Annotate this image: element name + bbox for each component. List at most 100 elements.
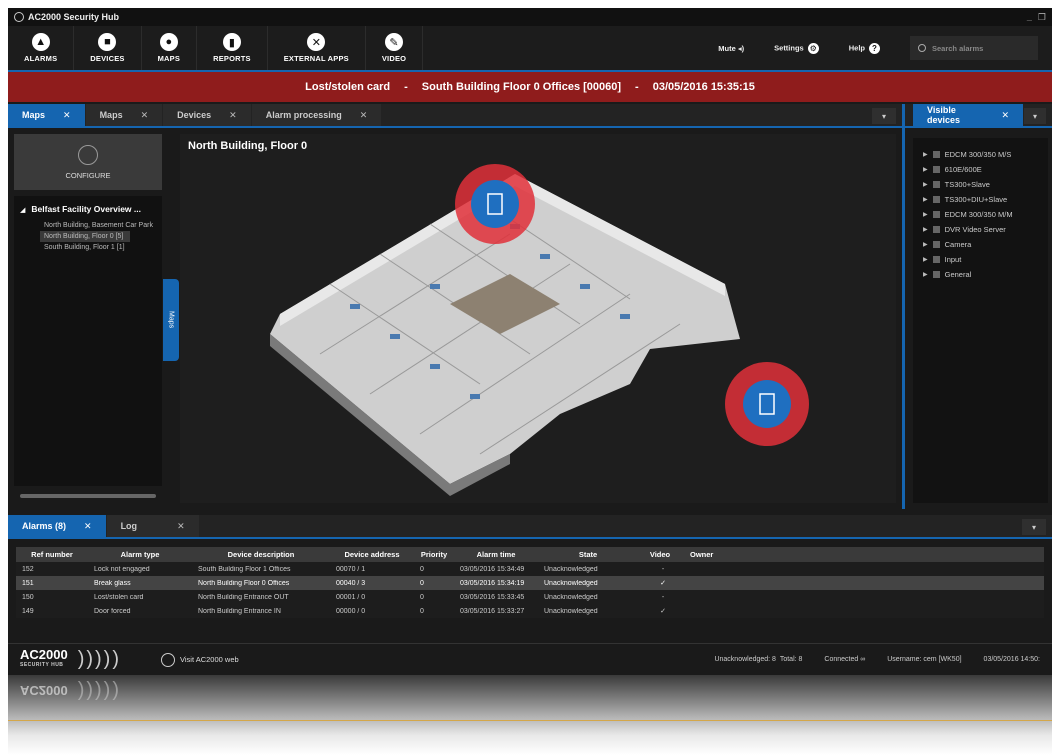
close-icon[interactable]: ✕ [1002,110,1010,121]
expand-arrow-icon[interactable]: ▶ [923,241,928,248]
expand-arrow-icon[interactable]: ▶ [923,271,928,278]
column-header[interactable]: Device address [330,550,414,559]
device-item[interactable]: ▶ Camera [923,240,1038,249]
device-item[interactable]: ▶ DVR Video Server [923,225,1038,234]
column-header[interactable]: Owner [682,550,1044,559]
toolbar-reports-button[interactable]: ▮ REPORTS [197,26,268,70]
tab-alarm-processing[interactable]: Alarm processing ✕ [251,104,382,126]
device-checkbox[interactable] [932,151,940,158]
close-icon[interactable]: ✕ [141,110,149,121]
close-icon[interactable]: ✕ [229,110,237,121]
device-item[interactable]: ▶ EDCM 300/350 M/S [923,150,1038,159]
gear-icon: ⚙ [807,42,819,54]
device-label: TS300+Slave [944,180,990,189]
tree-item[interactable]: South Building, Floor 1 [1] [20,242,156,253]
tab-maps-2[interactable]: Maps ✕ [85,104,163,126]
tab-maps[interactable]: Maps ✕ [8,104,85,126]
tab-visible-devices[interactable]: Visible devices ✕ [913,104,1024,126]
close-icon[interactable]: ✕ [360,110,368,121]
column-header[interactable]: Priority [414,550,454,559]
expand-arrow-icon[interactable]: ▶ [923,211,928,218]
help-button[interactable]: Help? [849,42,880,54]
alarm-tab-dropdown-button[interactable]: ▾ [1022,519,1046,535]
minimize-icon[interactable]: _ [1027,12,1032,23]
map-canvas[interactable]: North Building, Floor 0 [180,134,896,503]
reflection-waves-icon: ))))) [77,680,122,703]
maps-pane: Maps ✕ Maps ✕ Devices ✕ Alarm processing ✕ ▾… [8,104,905,509]
visit-web-link[interactable]: Visit AC2000 web [161,652,239,667]
device-checkbox[interactable] [932,196,940,203]
table-row-selected[interactable]: 151 Break glass North Building Floor 0 O… [16,576,1044,590]
table-row[interactable]: 152 Lock not engaged South Building Floo… [16,562,1044,576]
column-header[interactable]: State [538,550,638,559]
close-icon[interactable]: ✕ [84,521,92,532]
device-item[interactable]: ▶ 610E/600E [923,165,1038,174]
expand-arrow-icon[interactable]: ▶ [923,196,928,203]
expand-arrow-icon[interactable]: ▶ [923,226,928,233]
alarm-banner[interactable]: Lost/stolen card - South Building Floor … [8,72,1052,102]
device-checkbox[interactable] [932,241,940,248]
settings-button[interactable]: Settings ⚙ [774,42,819,54]
device-checkbox[interactable] [932,226,940,233]
video-check-icon[interactable]: ✓ [638,579,682,587]
banner-alarm-type: Lost/stolen card [305,81,391,93]
tab-devices[interactable]: Devices ✕ [163,104,251,126]
tab-label: Devices [177,110,212,120]
toolbar-video-button[interactable]: ✎ VIDEO [366,26,424,70]
app-logo-icon [14,12,24,22]
device-item[interactable]: ▶ EDCM 300/350 M/M [923,210,1038,219]
search-alarms-input[interactable]: Search alarms [910,36,1038,60]
right-tab-dropdown-button[interactable]: ▾ [1024,108,1046,124]
expand-arrow-icon[interactable]: ▶ [923,181,928,188]
toolbar-label: MAPS [157,54,181,63]
device-item[interactable]: ▶ General [923,270,1038,279]
link-icon: ∞ [860,656,866,663]
report-icon: ▮ [222,33,241,51]
device-checkbox[interactable] [932,181,940,188]
expand-arrow-icon[interactable]: ▶ [923,256,928,263]
alarm-marker[interactable] [743,380,791,428]
mute-button[interactable]: Mute ◂) [718,44,744,53]
tab-dropdown-button[interactable]: ▾ [872,108,896,124]
tree-root[interactable]: ◢ Belfast Facility Overview ... [20,204,156,214]
device-checkbox[interactable] [932,271,940,278]
table-row[interactable]: 150 Lost/stolen card North Building Entr… [16,590,1044,604]
maps-collapse-handle[interactable]: Maps [163,279,179,361]
close-icon[interactable]: ✕ [63,110,71,121]
column-header[interactable]: Device description [192,550,330,559]
configure-button[interactable]: CONFIGURE [14,134,162,190]
tab-label: Alarm processing [265,110,342,120]
tree-item[interactable]: North Building, Basement Car Park [20,220,156,231]
expand-arrow-icon[interactable]: ▶ [923,166,928,173]
column-header[interactable]: Ref number [16,550,88,559]
toolbar-external-apps-button[interactable]: ✕ EXTERNAL APPS [268,26,366,70]
table-cell: 0 [420,593,424,601]
toolbar-maps-button[interactable]: ● MAPS [142,26,198,70]
tree-item-selected[interactable]: North Building, Floor 0 [5] [40,231,130,242]
column-header[interactable]: Video [638,550,682,559]
expand-arrow-icon[interactable]: ▶ [923,151,928,158]
tab-log[interactable]: Log ✕ [106,515,199,537]
close-icon[interactable]: ✕ [177,521,185,532]
device-checkbox[interactable] [932,211,940,218]
tree-scrollbar[interactable] [20,494,156,498]
device-label: General [944,270,972,279]
toolbar-devices-button[interactable]: ■ DEVICES [74,26,142,70]
device-item[interactable]: ▶ TS300+DIU+Slave [923,195,1038,204]
tab-alarms[interactable]: Alarms (8) ✕ [8,515,106,537]
column-header[interactable]: Alarm type [88,550,192,559]
device-checkbox[interactable] [932,256,940,263]
restore-icon[interactable]: ❐ [1038,12,1046,23]
expand-arrow-icon[interactable]: ◢ [20,207,25,214]
video-check-icon[interactable]: ✓ [638,607,682,615]
device-item[interactable]: ▶ TS300+Slave [923,180,1038,189]
unacknowledged-status: Unacknowledged: 8 Total: 8 [714,656,802,663]
total-count: Total: 8 [779,656,803,663]
toolbar-alarms-button[interactable]: ▲ ALARMS [8,26,75,70]
column-header[interactable]: Alarm time [454,550,538,559]
alarm-marker[interactable] [471,180,519,228]
chevron-down-icon: ▾ [1033,111,1038,121]
device-item[interactable]: ▶ Input [923,255,1038,264]
table-row[interactable]: 149 Door forced North Building Entrance … [16,604,1044,618]
device-checkbox[interactable] [932,166,940,173]
